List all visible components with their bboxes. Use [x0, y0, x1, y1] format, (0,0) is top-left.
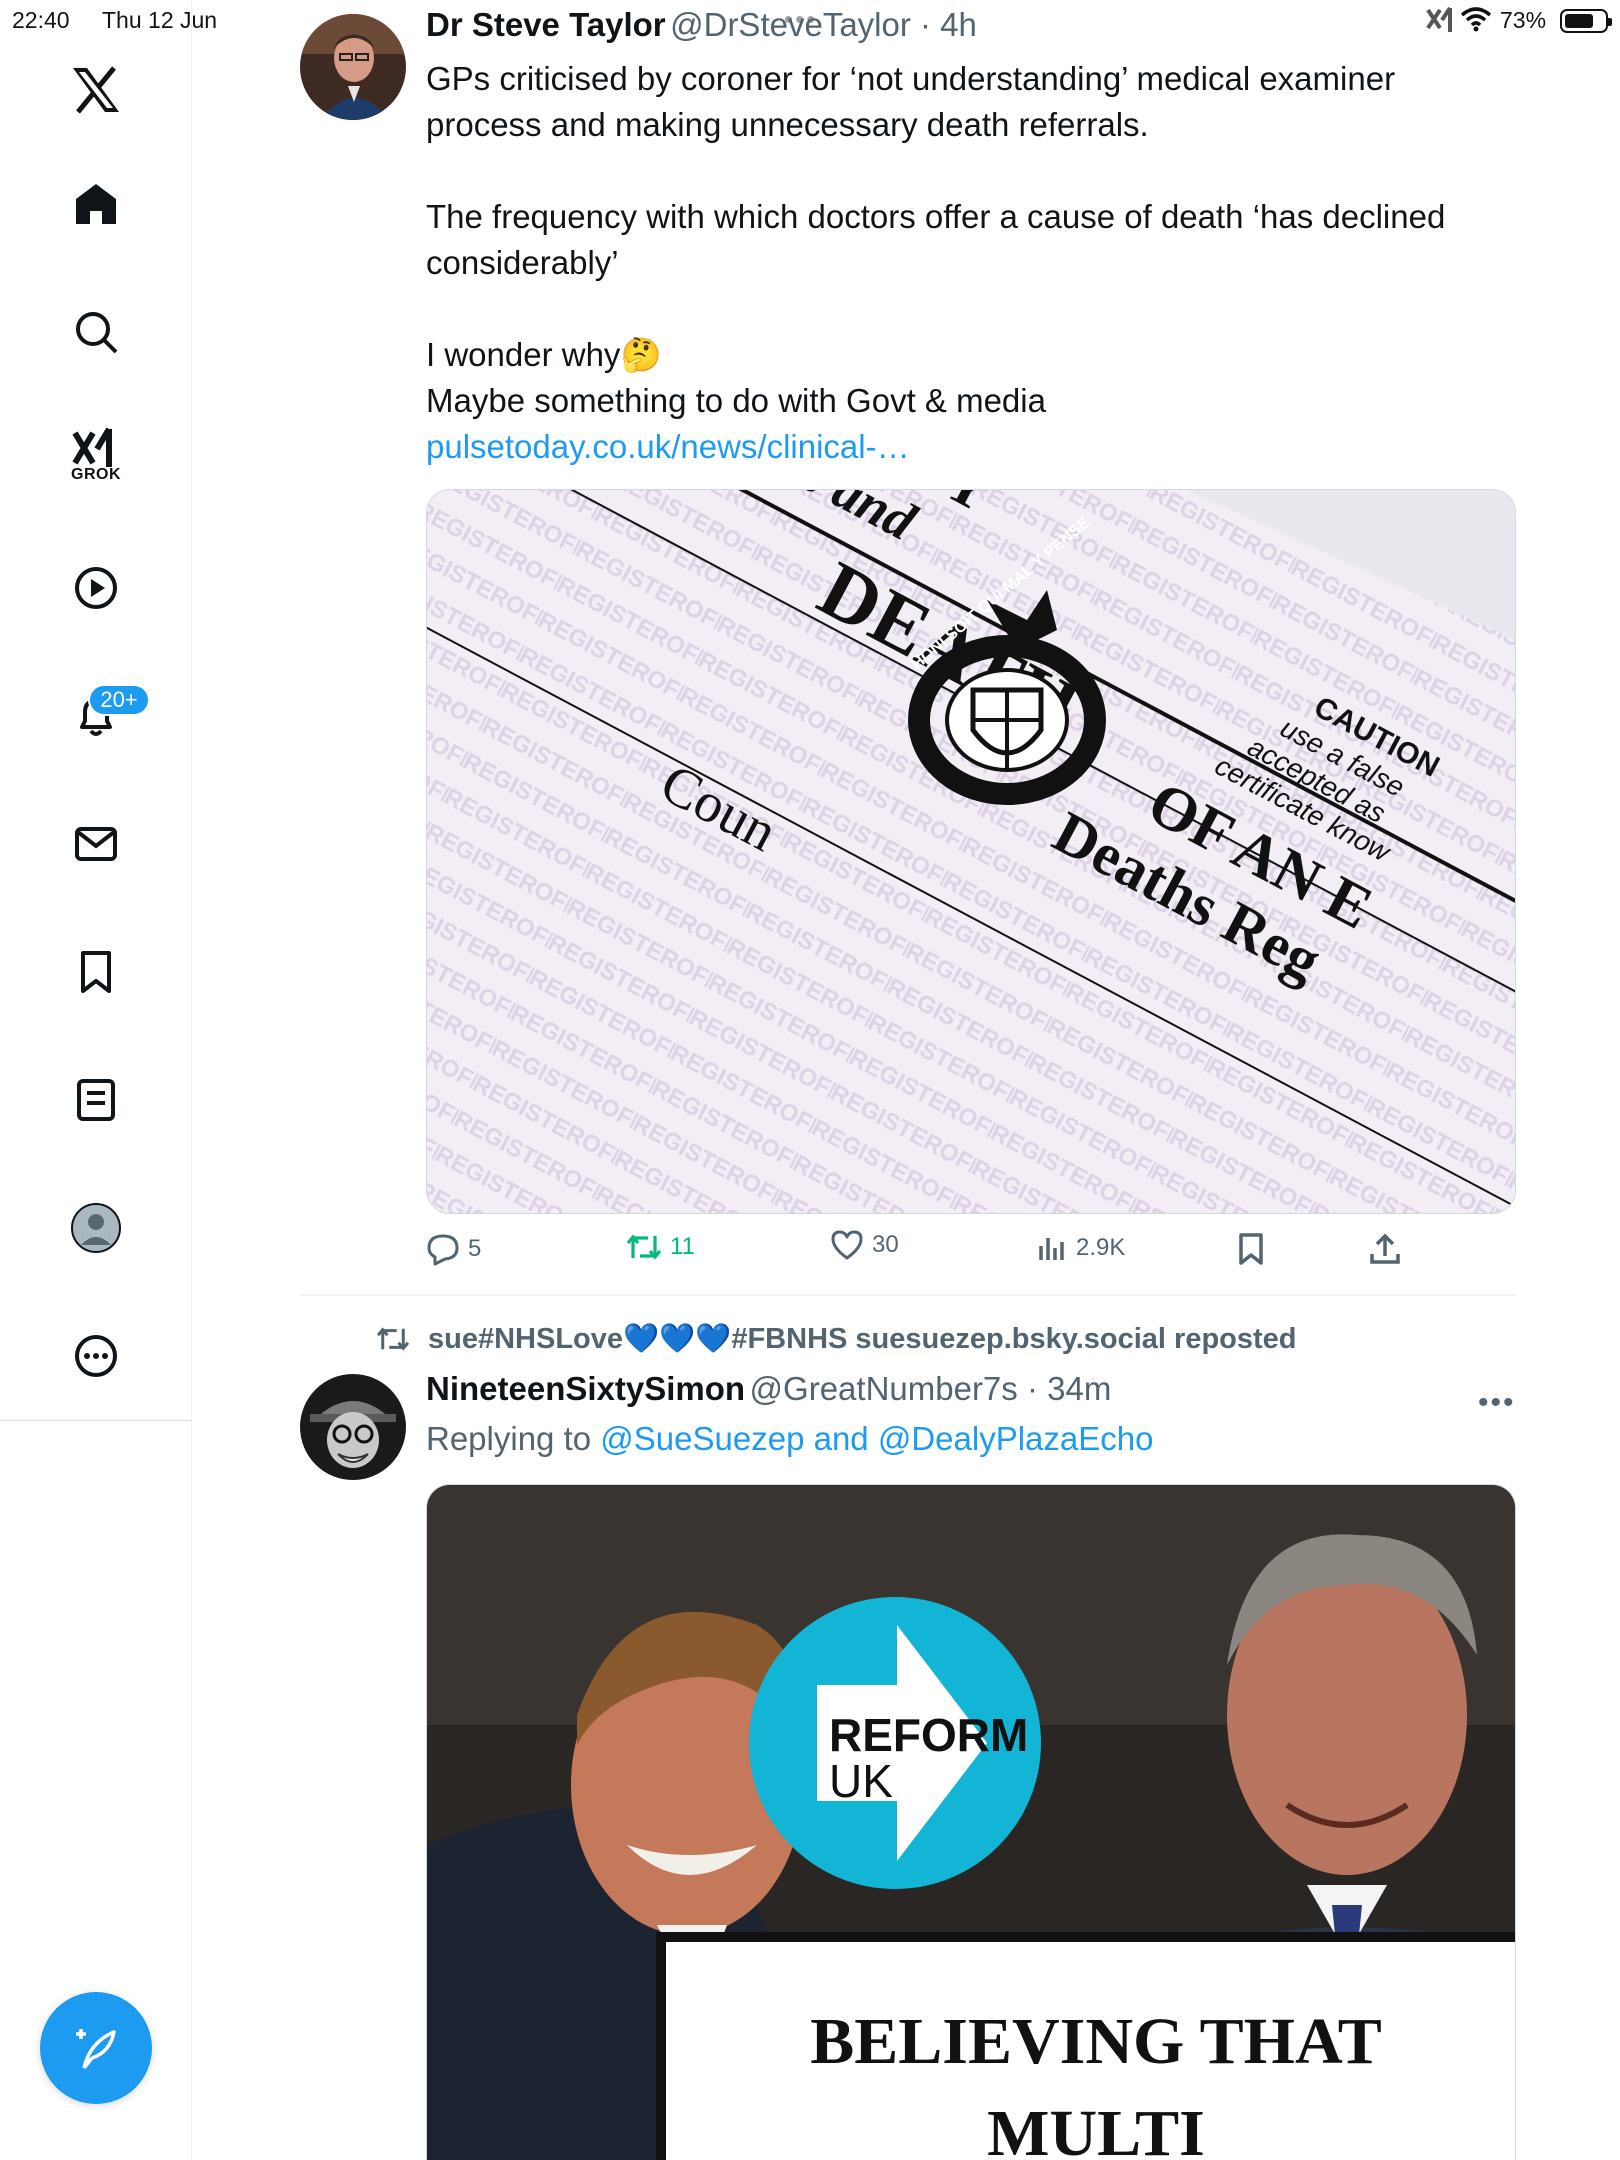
tweet-1-action-bar: 5 11 30 2.9K	[426, 1230, 1426, 1278]
tweet-1-paragraph-1: GPs criticised by coroner for ‘not under…	[426, 60, 1396, 143]
more-icon[interactable]	[56, 1316, 136, 1396]
messages-icon[interactable]	[56, 804, 136, 884]
meme-caption-line-2: MULTI	[987, 2097, 1205, 2160]
tweet-1-avatar[interactable]	[300, 14, 406, 120]
compose-feather-icon	[76, 2029, 116, 2070]
tweet-2-author-handle[interactable]: @GreatNumber7s	[750, 1370, 1018, 1407]
thinking-face-emoji: 🤔	[620, 336, 662, 373]
replying-to-and[interactable]: and	[814, 1420, 869, 1457]
meme-caption-line-1: BELIEVING THAT	[810, 2005, 1382, 2078]
like-button[interactable]: 30	[830, 1228, 899, 1262]
tweet-1-author-handle[interactable]: @DrSteveTaylor	[670, 6, 911, 43]
share-icon	[1370, 1233, 1400, 1264]
replying-to-line: Replying to @SueSuezep and @DealyPlazaEc…	[426, 1420, 1153, 1458]
views-button[interactable]: 2.9K	[1036, 1232, 1125, 1264]
battery-icon	[1560, 9, 1612, 33]
x-logo-icon[interactable]	[56, 50, 136, 130]
tweet-2-timestamp[interactable]: 34m	[1047, 1370, 1111, 1407]
tweet-1-text: GPs criticised by coroner for ‘not under…	[426, 56, 1516, 470]
bookmark-button[interactable]	[1236, 1232, 1266, 1266]
repost-button[interactable]: 11	[626, 1232, 695, 1262]
sidebar-nav: GROK 20+	[0, 0, 192, 2160]
share-button[interactable]	[1368, 1232, 1402, 1266]
tweet-2-image[interactable]: REFORM UK BELIEVING THAT MULTI	[426, 1484, 1516, 2160]
grok-icon[interactable]: GROK	[56, 408, 136, 488]
tweet-1-paragraph-4: Maybe something to do with Govt & media	[426, 382, 1046, 419]
compose-post-button[interactable]	[40, 1992, 152, 2104]
reply-button[interactable]: 5	[426, 1232, 481, 1266]
tweet-1-link[interactable]: pulsetoday.co.uk/news/clinical-…	[426, 428, 910, 465]
tweet-1-paragraph-3: I wonder why🤔	[426, 332, 1516, 378]
tweet-2-more-icon[interactable]: •••	[1478, 1386, 1516, 1420]
reposted-icon	[376, 1327, 410, 1351]
replying-to-handle-2[interactable]: @DealyPlazaEcho	[878, 1420, 1154, 1457]
bookmark-icon	[1239, 1233, 1263, 1265]
sidebar-divider	[0, 1420, 192, 1421]
wifi-icon	[1460, 6, 1492, 38]
replying-to-label: Replying to	[426, 1420, 592, 1457]
tweet-2-avatar[interactable]	[300, 1374, 406, 1480]
notifications-badge: 20+	[88, 684, 150, 716]
repost-banner[interactable]: sue#NHSLove💙💙💙#FBNHS suesuezep.bsky.soci…	[376, 1322, 1297, 1356]
reform-logo-text-line-1: REFORM	[829, 1709, 1028, 1761]
repost-count: 11	[670, 1233, 695, 1260]
search-icon[interactable]	[56, 292, 136, 372]
tweet-1-header: Dr Steve Taylor @DrSteveTaylor · 4h	[426, 6, 977, 43]
tweet-2-header: NineteenSixtySimon @GreatNumber7s · 34m	[426, 1370, 1112, 1407]
bookmarks-icon[interactable]	[56, 932, 136, 1012]
like-count: 30	[872, 1231, 899, 1258]
grok-label: GROK	[71, 466, 121, 483]
heart-icon	[831, 1230, 863, 1260]
views-count: 2.9K	[1076, 1234, 1126, 1261]
views-chart-icon	[1039, 1238, 1064, 1260]
tweet-separator	[300, 1294, 1516, 1296]
replying-to-handle-1[interactable]: @SueSuezep	[600, 1420, 804, 1457]
lists-icon[interactable]	[56, 1060, 136, 1140]
reply-count: 5	[468, 1235, 482, 1262]
tweet-1-paragraph-2: The frequency with which doctors offer a…	[426, 198, 1446, 281]
reply-icon	[427, 1234, 459, 1266]
repost-icon	[626, 1234, 662, 1260]
battery-level	[1565, 14, 1593, 28]
tweet-1-image[interactable]: REGISTEROFFICE IFIED COPY the Births and…	[426, 489, 1516, 1214]
tweet-1-wonder-text: I wonder why	[426, 336, 621, 373]
profile-avatar[interactable]	[56, 1188, 136, 1268]
grok-shortcut-icon[interactable]	[1426, 6, 1460, 42]
home-icon[interactable]	[56, 164, 136, 244]
battery-percentage: 73%	[1500, 7, 1547, 33]
reform-logo-text-line-2: UK	[829, 1755, 893, 1807]
tweet-1-author-name[interactable]: Dr Steve Taylor	[426, 6, 666, 43]
repost-banner-text: sue#NHSLove💙💙💙#FBNHS suesuezep.bsky.soci…	[428, 1323, 1297, 1355]
tweet-1-timestamp[interactable]: 4h	[940, 6, 977, 43]
tweet-2-author-name[interactable]: NineteenSixtySimon	[426, 1370, 745, 1407]
video-icon[interactable]	[56, 548, 136, 628]
blue-hearts-emoji: 💙💙💙	[623, 1323, 732, 1355]
